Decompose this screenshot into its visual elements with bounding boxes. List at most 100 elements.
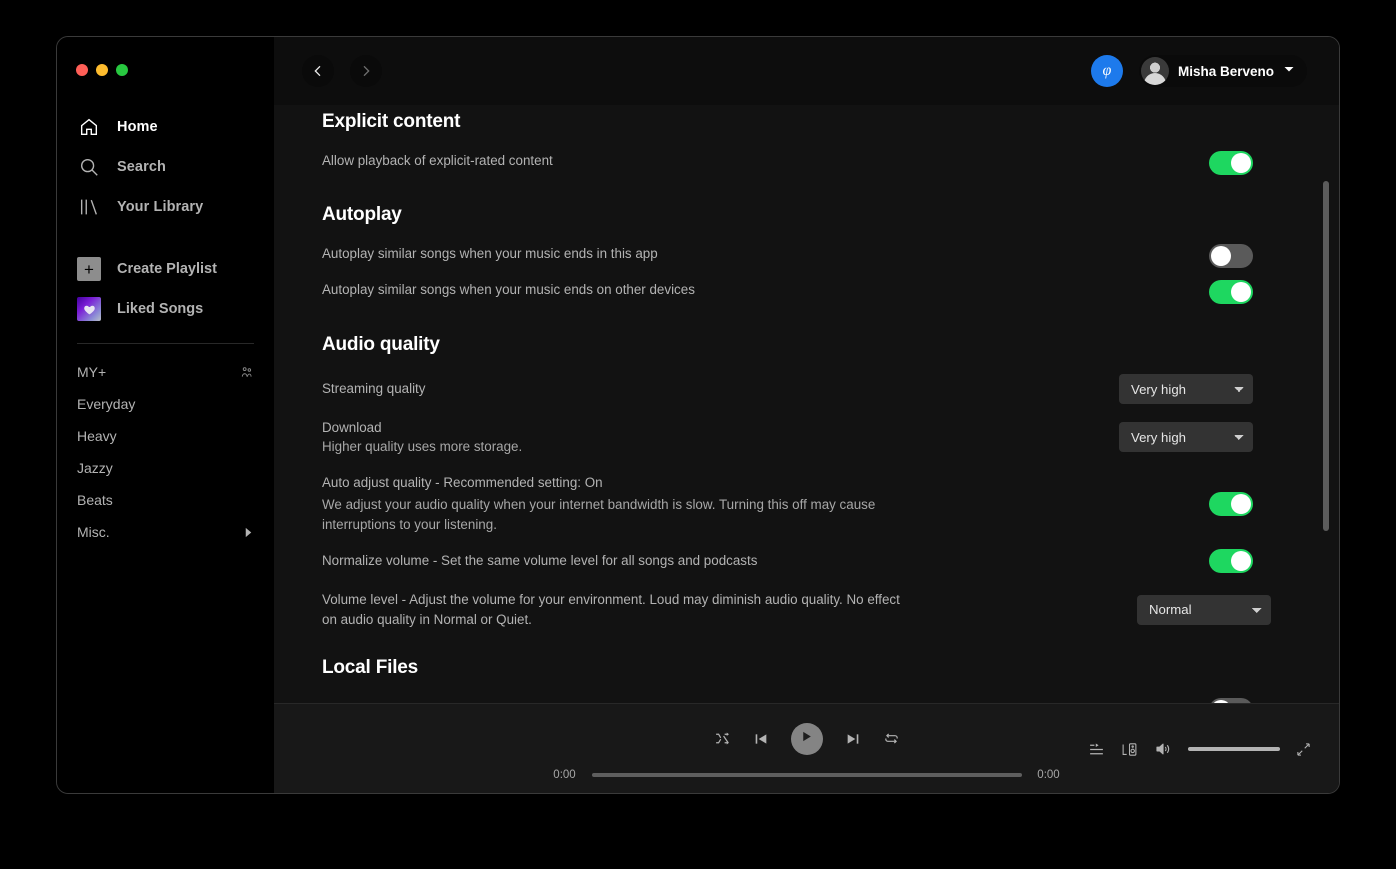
next-icon[interactable] (845, 731, 861, 747)
setting-label: Allow playback of explicit-rated content (322, 151, 1185, 170)
create-playlist-label: Create Playlist (117, 261, 217, 277)
sidebar-divider (77, 343, 254, 344)
playlist-name: Everyday (77, 396, 135, 412)
queue-icon[interactable] (1088, 741, 1105, 758)
playlist-folder-misc[interactable]: Misc. (57, 516, 274, 548)
setting-text: Allow playback of explicit-rated content (322, 151, 1209, 170)
progress-bar-group: 0:00 0:00 (550, 769, 1064, 781)
home-icon (77, 115, 101, 139)
sidebar-item-home[interactable]: Home (57, 107, 274, 147)
sidebar-nav: Home Search (57, 107, 274, 227)
toggle-autoplay-this-app[interactable] (1209, 244, 1253, 268)
sidebar-library-actions: + Create Playlist Liked Songs (57, 249, 274, 329)
toggle-knob (1231, 282, 1251, 302)
toggle-allow-explicit[interactable] (1209, 151, 1253, 175)
desktop-background: Home Search (0, 0, 1396, 869)
fullscreen-icon[interactable] (1296, 742, 1311, 757)
main-area: φ Misha Berveno Explicit content (274, 37, 1339, 793)
toggle-knob (1231, 153, 1251, 173)
setting-label: Normalize volume - Set the same volume l… (322, 551, 1185, 570)
connect-device-icon[interactable] (1121, 741, 1138, 758)
account-badge-icon[interactable]: φ (1091, 55, 1123, 87)
playlist-item-everyday[interactable]: Everyday (57, 388, 274, 420)
playlist-name: MY+ (77, 364, 106, 380)
sidebar-item-search[interactable]: Search (57, 147, 274, 187)
previous-icon[interactable] (753, 731, 769, 747)
liked-songs-label: Liked Songs (117, 301, 203, 317)
user-menu-button[interactable]: Misha Berveno (1139, 55, 1307, 87)
chevron-down-icon (1283, 62, 1295, 80)
sidebar-playlists: MY+ Everyday Heavy (57, 350, 274, 548)
heart-icon (77, 297, 101, 321)
sidebar-item-your-library[interactable]: Your Library (57, 187, 274, 227)
toggle-knob (1231, 551, 1251, 571)
playback-controls (714, 723, 900, 755)
volume-slider[interactable] (1188, 747, 1280, 751)
play-button[interactable] (791, 723, 823, 755)
sidebar-item-search-label: Search (117, 159, 166, 175)
vertical-scrollbar[interactable] (1323, 181, 1329, 531)
chevron-left-icon (310, 63, 326, 79)
avatar (1141, 57, 1169, 85)
back-button[interactable] (302, 55, 334, 87)
plus-square-icon: + (77, 257, 101, 281)
setting-row-normalize-volume: Normalize volume - Set the same volume l… (322, 548, 1253, 574)
toggle-knob (1211, 246, 1231, 266)
playlist-name: Misc. (77, 524, 110, 540)
player-right-controls (1088, 740, 1311, 758)
playlist-item-beats[interactable]: Beats (57, 484, 274, 516)
setting-control (1209, 492, 1253, 516)
setting-control: Very high (1119, 374, 1253, 404)
toggle-knob (1231, 494, 1251, 514)
setting-row-auto-adjust-quality: Auto adjust quality - Recommended settin… (322, 473, 1253, 534)
volume-icon[interactable] (1154, 740, 1172, 758)
shuffle-icon[interactable] (714, 730, 731, 747)
setting-text: Autoplay similar songs when your music e… (322, 280, 1209, 299)
toggle-auto-adjust-quality[interactable] (1209, 492, 1253, 516)
folder-arrow-icon[interactable] (243, 527, 254, 538)
repeat-icon[interactable] (883, 730, 900, 747)
setting-control (1209, 151, 1253, 175)
playlist-item-my-plus[interactable]: MY+ (57, 356, 274, 388)
player-bar: 0:00 0:00 (274, 703, 1339, 793)
sidebar-item-your-library-label: Your Library (117, 199, 203, 215)
select-streaming-quality[interactable]: Very high (1119, 374, 1253, 404)
window-minimize-button[interactable] (96, 64, 108, 76)
toggle-autoplay-other-devices[interactable] (1209, 280, 1253, 304)
setting-sublabel: Higher quality uses more storage. (322, 437, 1095, 456)
select-volume-level[interactable]: Normal (1137, 595, 1271, 625)
select-download-quality[interactable]: Very high (1119, 422, 1253, 452)
window-maximize-button[interactable] (116, 64, 128, 76)
playlist-name: Jazzy (77, 460, 113, 476)
window-traffic-lights (76, 64, 128, 76)
liked-songs-button[interactable]: Liked Songs (57, 289, 274, 329)
collaborative-icon (240, 365, 254, 379)
playlist-item-heavy[interactable]: Heavy (57, 420, 274, 452)
progress-slider[interactable] (592, 773, 1022, 777)
window-close-button[interactable] (76, 64, 88, 76)
setting-row-autoplay-this-app: Autoplay similar songs when your music e… (322, 244, 1253, 270)
setting-text: Normalize volume - Set the same volume l… (322, 551, 1209, 570)
elapsed-time: 0:00 (550, 769, 580, 781)
setting-row-volume-level: Volume level - Adjust the volume for you… (322, 590, 1253, 629)
section-title-local-files: Local Files (322, 657, 1253, 679)
settings-scroll-area[interactable]: Explicit content Allow playback of expli… (274, 111, 1339, 703)
history-navigation (302, 55, 382, 87)
section-title-autoplay: Autoplay (322, 204, 1253, 226)
create-playlist-button[interactable]: + Create Playlist (57, 249, 274, 289)
library-icon (77, 195, 101, 219)
playlist-name: Beats (77, 492, 113, 508)
setting-control: Very high (1119, 422, 1253, 452)
toggle-normalize-volume[interactable] (1209, 549, 1253, 573)
setting-row-streaming-quality: Streaming quality Very high (322, 374, 1253, 404)
setting-row-allow-explicit: Allow playback of explicit-rated content (322, 151, 1253, 177)
playlist-name: Heavy (77, 428, 117, 444)
playlist-item-jazzy[interactable]: Jazzy (57, 452, 274, 484)
setting-label: Autoplay similar songs when your music e… (322, 244, 1185, 263)
forward-button[interactable] (350, 55, 382, 87)
user-name-label: Misha Berveno (1178, 64, 1274, 79)
section-title-audio-quality: Audio quality (322, 334, 1253, 356)
setting-text: Volume level - Adjust the volume for you… (322, 590, 1137, 629)
setting-control (1209, 244, 1253, 268)
setting-text: Auto adjust quality - Recommended settin… (322, 473, 1209, 534)
